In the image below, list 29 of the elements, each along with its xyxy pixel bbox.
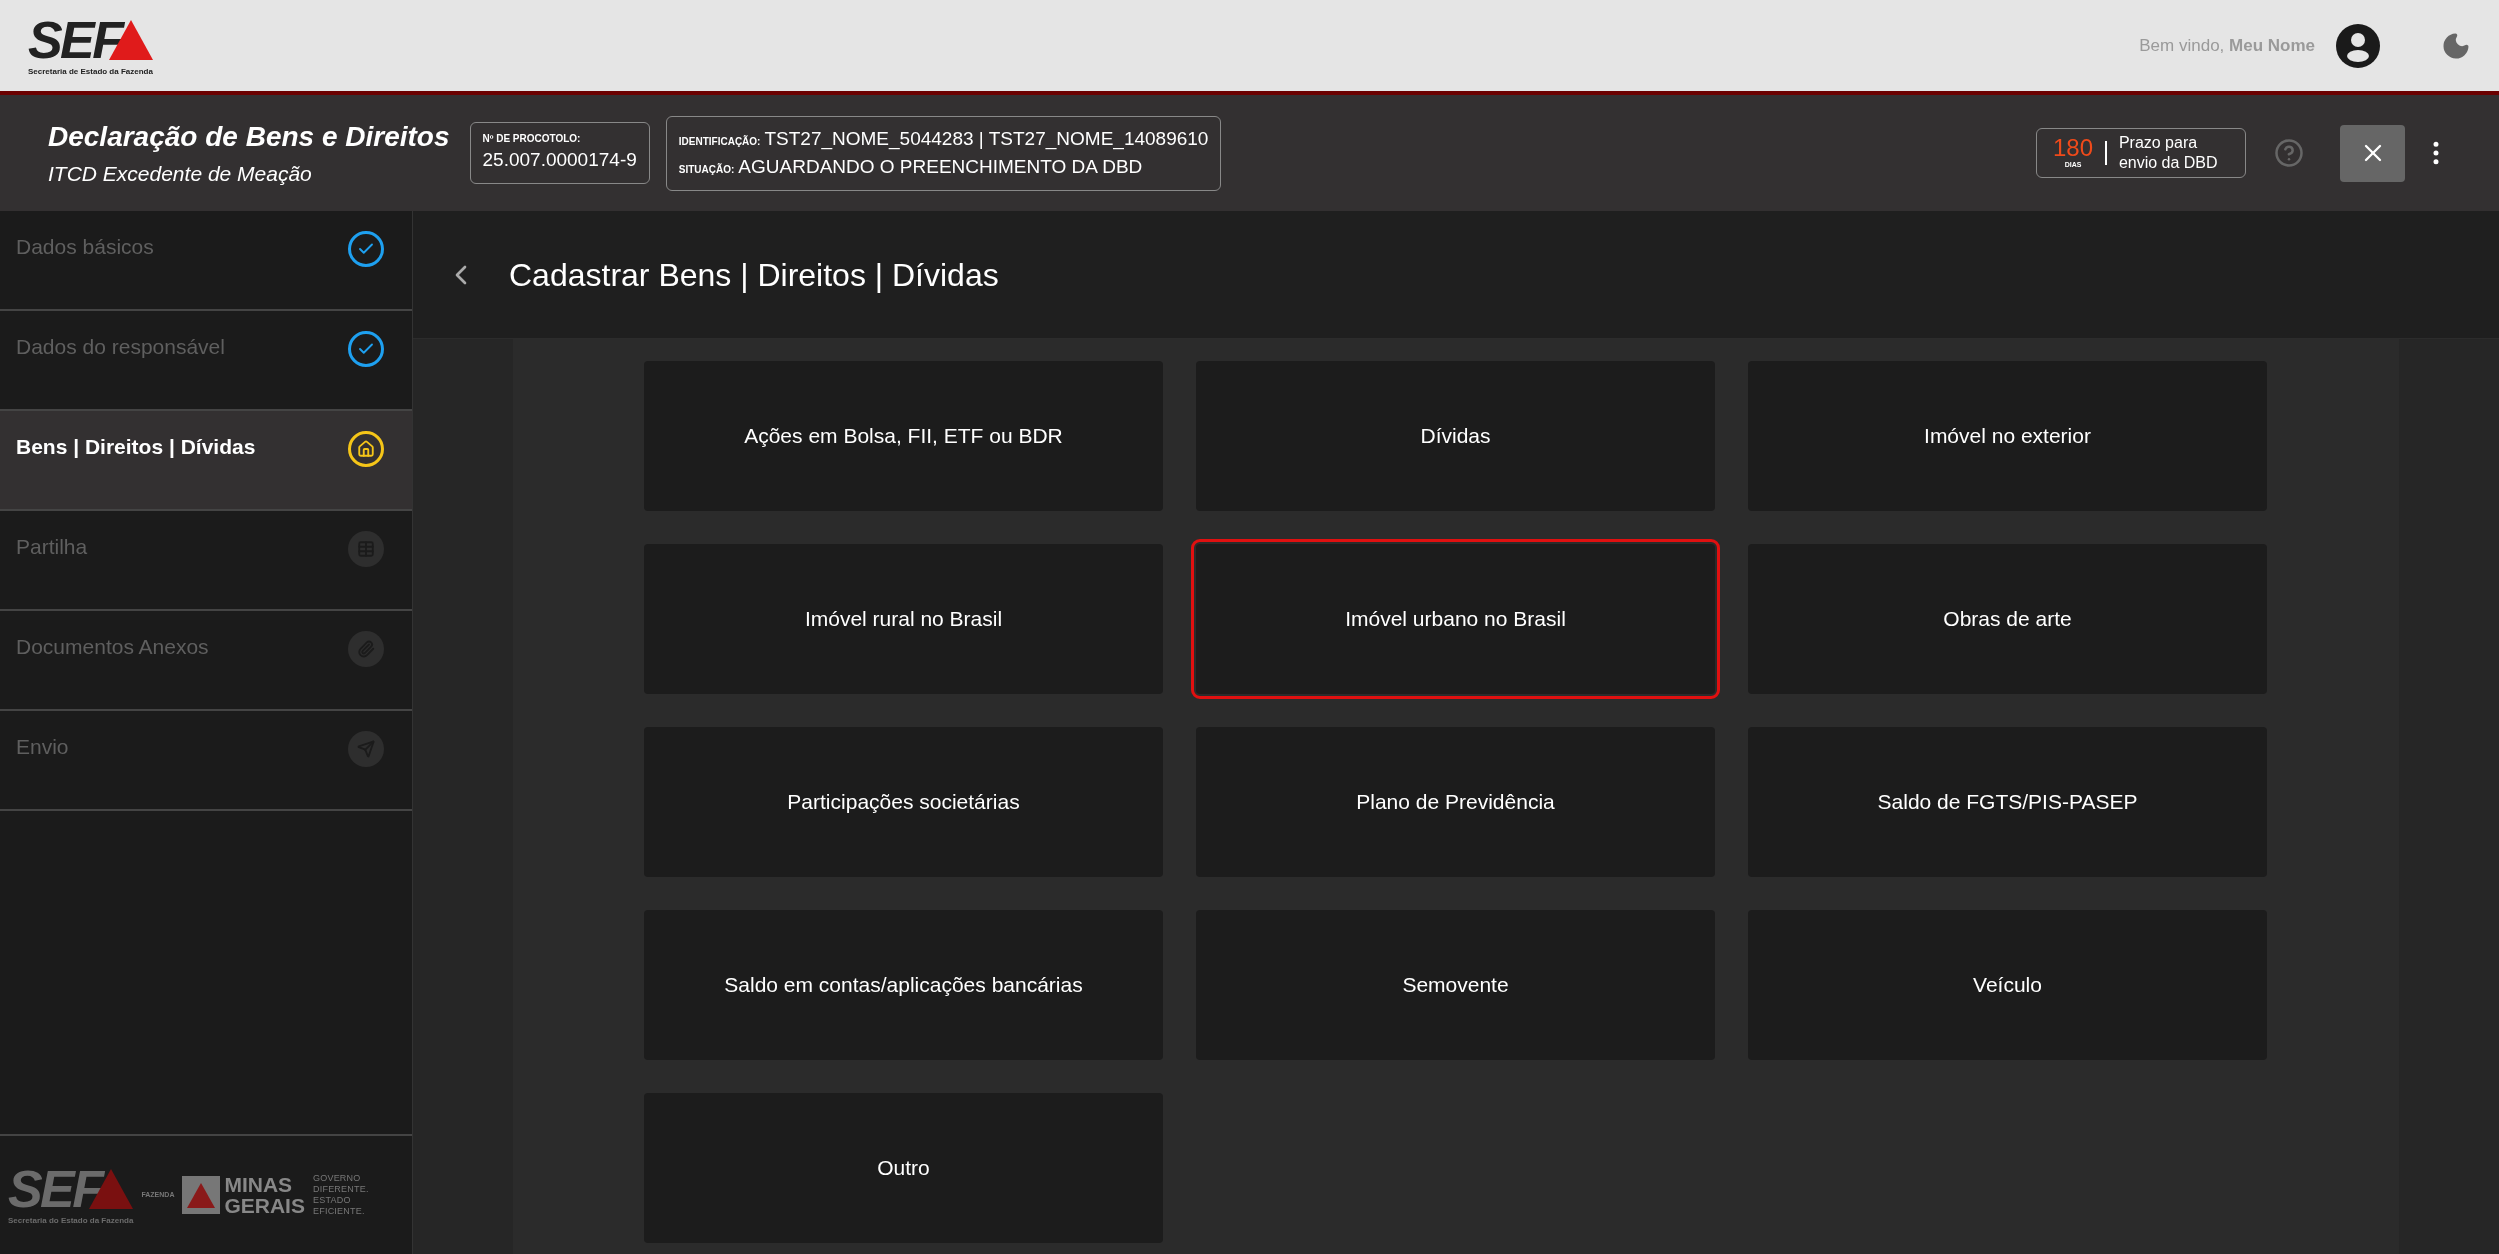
days-count: 180	[2053, 135, 2094, 160]
category-card[interactable]: Outro	[644, 1093, 1163, 1243]
category-card[interactable]: Ações em Bolsa, FII, ETF ou BDR	[644, 361, 1163, 511]
status-label: SITUAÇÃO:	[678, 162, 735, 177]
category-card[interactable]: Imóvel rural no Brasil	[644, 544, 1163, 694]
page-subtitle: ITCD Excedente de Meação	[48, 161, 313, 188]
identification-value: TST27_NOME_5044283 | TST27_NOME_14089610	[764, 126, 1209, 152]
sef-logo: SEF Secretaria de Estado da Fazenda	[28, 13, 154, 78]
category-card[interactable]: Plano de Previdência	[1196, 727, 1715, 877]
category-card[interactable]: Imóvel no exterior	[1748, 361, 2267, 511]
category-card[interactable]: Saldo em contas/aplicações bancárias	[644, 910, 1163, 1060]
category-card[interactable]: Veículo	[1748, 910, 2267, 1060]
category-card[interactable]: Participações societárias	[644, 727, 1163, 877]
section-title: Cadastrar Bens | Direitos | Dívidas	[509, 255, 999, 295]
user-avatar-icon[interactable]	[2335, 22, 2381, 69]
deadline-text: Prazo para envio da DBD	[2118, 133, 2219, 173]
category-card[interactable]: Dívidas	[1196, 361, 1715, 511]
protocol-number: 25.007.0000174-9	[482, 148, 637, 173]
page-title: Declaração de Bens e Direitos	[48, 120, 450, 155]
category-card[interactable]: Obras de arte	[1748, 544, 2267, 694]
sidebar-step[interactable]: Bens | Direitos | Dívidas	[0, 411, 412, 511]
identification-label: IDENTIFICAÇÃO:	[678, 134, 761, 149]
welcome-text: Bem vindo, Meu Nome	[2139, 34, 2315, 57]
sef-logo: SEF Secretaria do Estado da Fazenda	[8, 1163, 134, 1227]
category-card[interactable]: Saldo de FGTS/PIS-PASEP	[1748, 727, 2267, 877]
close-button[interactable]	[2340, 124, 2405, 182]
protocol-label: Nº DE PROCOTOLO:	[482, 132, 582, 147]
status-value: AGUARDANDO O PREENCHIMENTO DA DBD	[738, 155, 1143, 179]
category-card[interactable]: Semovente	[1196, 910, 1715, 1060]
